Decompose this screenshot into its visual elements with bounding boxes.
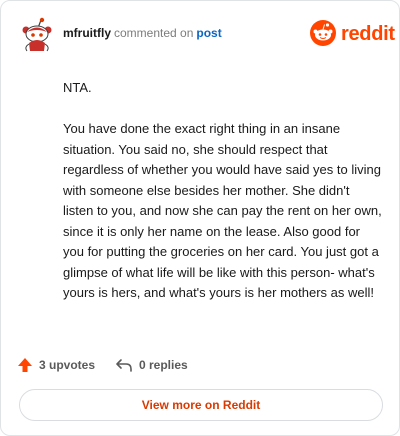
comment-paragraph: NTA. [63,80,92,95]
action-text: commented on [114,26,194,40]
upvote-arrow-icon [18,358,32,372]
reply-arrow-icon [116,359,132,372]
comment-body: NTA. You have done the exact right thing… [63,78,383,324]
upvotes-count: 3 upvotes [39,358,96,372]
username-link[interactable]: mfruitfly [63,26,111,40]
view-more-button[interactable]: View more on Reddit [19,389,383,421]
replies-count: 0 replies [139,358,188,372]
comment-meta: mfruitfly commented on post [63,25,222,41]
upvote-button[interactable]: 3 upvotes [17,355,95,375]
post-link[interactable]: post [196,26,221,40]
reddit-brand[interactable]: reddit [309,19,395,49]
snoo-avatar-icon[interactable] [19,17,55,53]
comment-actions: 3 upvotes 0 replies [17,355,383,375]
comment-header: mfruitfly commented on post reddit [17,17,395,53]
embedded-comment-card: mfruitfly commented on post reddit NTA. Yo… [0,0,400,436]
comment-paragraph: You have done the exact right thing in a… [63,121,382,300]
brand-wordmark: reddit [341,23,395,45]
reddit-logo-icon [310,20,336,46]
replies-button[interactable]: 0 replies [115,355,188,375]
